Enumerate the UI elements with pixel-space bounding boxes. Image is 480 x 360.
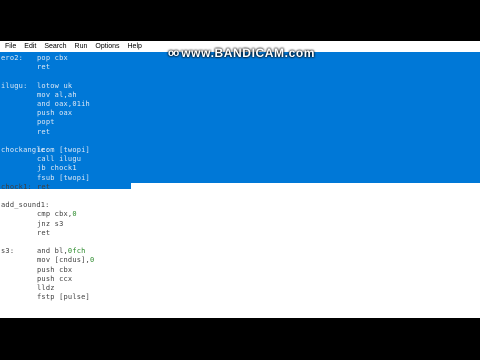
code-instruction: and bl,0fch (37, 247, 86, 256)
code-instruction: call ilugu (37, 155, 81, 164)
code-instruction: popt (37, 118, 55, 127)
instruction-text: popt (37, 118, 55, 127)
code-instruction: fsub [twopi] (37, 174, 90, 183)
instruction-text: pop cbx (37, 54, 68, 62)
numeric-literal: 0fch (67, 247, 86, 256)
code-instruction: ret (37, 229, 50, 238)
instruction-text: push cbx (37, 265, 73, 274)
recorder-watermark: oo www.BANDICAM.com (168, 46, 315, 60)
instruction-text: mov [cndus], (37, 256, 90, 265)
code-instruction: jnz s3 (37, 220, 64, 229)
instruction-text: cmp cbx, (37, 210, 73, 219)
instruction-text: ret (37, 63, 51, 72)
instruction-text: ret (37, 127, 51, 136)
code-instruction: and oax,01ih (37, 100, 90, 109)
menu-help[interactable]: Help (125, 43, 145, 50)
code-instruction: push cbx (37, 266, 72, 275)
instruction-text: fsub [twopi] (37, 173, 90, 182)
instruction-text: and oax,01ih (37, 100, 90, 108)
instruction-text: push oax (37, 109, 73, 118)
code-instruction: jb chock1 (37, 164, 77, 173)
menu-search[interactable]: Search (41, 43, 69, 50)
instruction-text: push ccx (37, 274, 73, 283)
menu-file[interactable]: File (0, 43, 19, 50)
instruction-text: and bl, (37, 247, 68, 256)
code-instruction: ret (37, 183, 50, 192)
instruction-text: jb chock1 (37, 164, 77, 173)
menu-options[interactable]: Options (92, 43, 122, 50)
instruction-text: call ilugu (37, 155, 82, 164)
code-editor[interactable]: ero2: pop cbx ret ilugu: lotow uk mov al,ah an… (0, 52, 480, 318)
code-instruction: lldz (37, 284, 55, 293)
code-instruction: push oax (37, 109, 72, 118)
menu-edit[interactable]: Edit (21, 43, 39, 50)
instruction-text: fstp [pulse] (37, 293, 90, 302)
menu-run[interactable]: Run (72, 43, 91, 50)
instruction-text: lotow uk (37, 81, 73, 90)
code-instruction: cmp cbx,0 (37, 210, 77, 219)
code-instruction: push ccx (37, 275, 72, 284)
numeric-literal: 0 (89, 256, 95, 265)
code-instruction: pop cbx (37, 54, 68, 63)
instruction-text: ret (37, 228, 51, 237)
code-instruction: mov [cndus],0 (37, 256, 94, 265)
instruction-text: icom [twopi] (37, 146, 90, 154)
code-label: ilugu: (1, 81, 28, 90)
code-instruction: fstp [pulse] (37, 293, 90, 302)
numeric-literal: 0 (72, 210, 77, 219)
instruction-text: jnz s3 (37, 219, 64, 228)
code-instruction: ret (37, 128, 50, 137)
code-label: ero2: (1, 54, 24, 62)
code-instruction: mov al,ah (37, 91, 77, 100)
code-instruction: lotow uk (37, 82, 72, 91)
watermark-text: www.BANDICAM.com (181, 46, 316, 60)
instruction-text: lldz (37, 284, 55, 292)
editor-window: File Edit Search Run Options Help ero2: p… (0, 41, 480, 318)
bandicam-logo-icon: oo (168, 47, 179, 59)
instruction-text: mov al,ah (37, 90, 77, 99)
code-label: add_sound1: (1, 201, 50, 210)
instruction-text: ret (37, 182, 51, 191)
code-instruction: ret (37, 63, 50, 72)
code-instruction: icom [twopi] (37, 146, 90, 155)
code-label: chock1: (1, 182, 32, 191)
code-label: s3: (1, 247, 15, 256)
